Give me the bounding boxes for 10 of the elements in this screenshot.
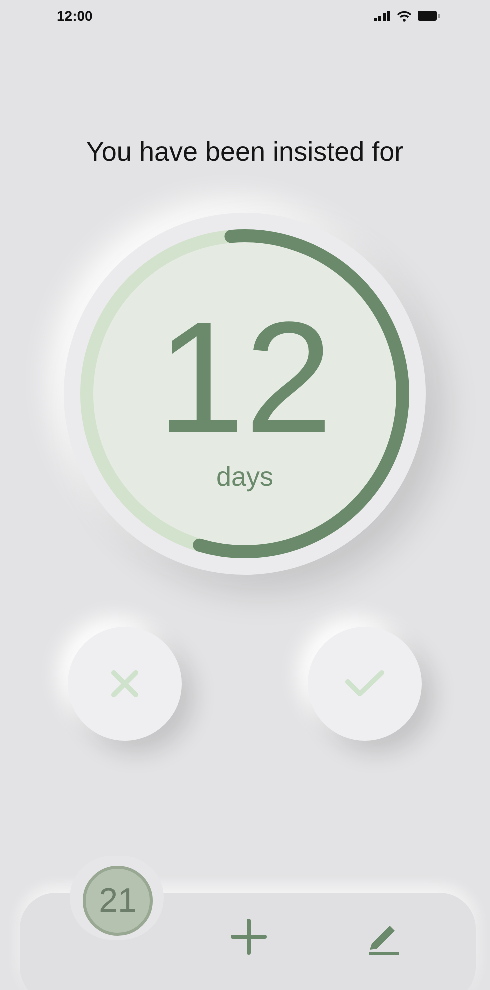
day-count: 12 <box>157 303 333 454</box>
heading: You have been insisted for <box>86 136 404 169</box>
check-icon <box>344 668 386 698</box>
add-icon[interactable] <box>230 918 268 956</box>
wifi-icon <box>397 10 412 22</box>
battery-icon <box>418 11 440 21</box>
close-icon <box>110 668 140 698</box>
day-unit: days <box>216 461 274 494</box>
status-time: 12:00 <box>57 6 93 26</box>
signal-icon <box>374 11 391 21</box>
